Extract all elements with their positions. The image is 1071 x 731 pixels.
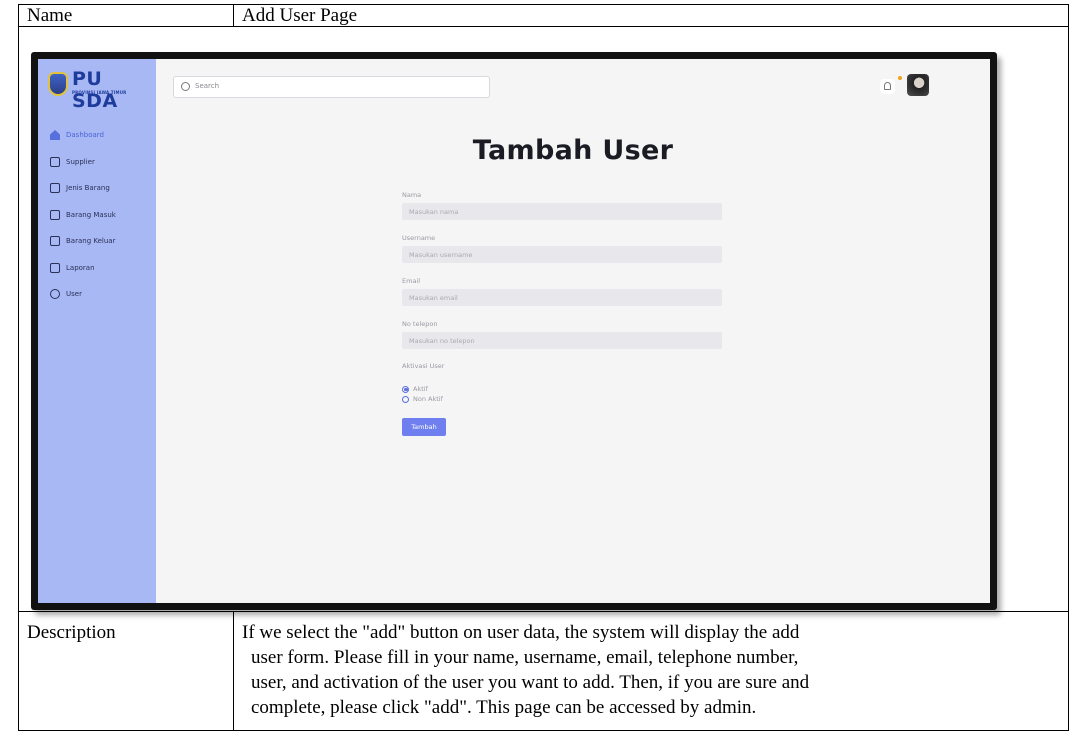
radio-aktif[interactable]: Aktif	[402, 384, 722, 394]
telepon-field[interactable]: Masukan no telepon	[402, 332, 722, 349]
telepon-label: No telepon	[402, 320, 438, 328]
sidebar-item-laporan[interactable]: Laporan	[50, 260, 116, 276]
sidebar-item-barang-masuk[interactable]: Barang Masuk	[50, 207, 116, 223]
logo: PU SDA PROVINSI JAWA TIMUR	[48, 68, 148, 112]
outbox-icon	[50, 236, 60, 246]
username-label: Username	[402, 234, 436, 242]
description-text: If we select the "add" button on user da…	[242, 622, 810, 718]
gear-icon	[50, 289, 60, 299]
screenshot-row: PU SDA PROVINSI JAWA TIMUR Dashboard Sup…	[19, 27, 1068, 612]
username-field[interactable]: Masukan username	[402, 246, 722, 263]
screenshot-frame: PU SDA PROVINSI JAWA TIMUR Dashboard Sup…	[31, 52, 997, 610]
report-icon	[50, 262, 60, 273]
radio-unselected-icon	[402, 395, 409, 403]
page-title: Tambah User	[472, 135, 674, 166]
document-table: Name Add User Page PU SDA PROVINSI JAWA …	[18, 4, 1069, 731]
app-window: PU SDA PROVINSI JAWA TIMUR Dashboard Sup…	[38, 59, 990, 603]
inbox-icon	[50, 209, 60, 220]
search-placeholder: Search	[195, 82, 220, 90]
add-user-form: Nama Masukan nama Username Masukan usern…	[402, 191, 722, 436]
radio-non-aktif[interactable]: Non Aktif	[402, 394, 722, 404]
avatar[interactable]	[907, 74, 929, 96]
description-row: Description If we select the "add" butto…	[19, 612, 1068, 731]
notification-button[interactable]	[880, 79, 895, 94]
email-field[interactable]: Masukan email	[402, 289, 722, 306]
search-icon	[181, 82, 190, 91]
search-input[interactable]: Search	[173, 76, 490, 98]
sidebar-item-barang-keluar[interactable]: Barang Keluar	[50, 233, 116, 249]
notification-dot	[898, 76, 902, 80]
sidebar-item-jenis-barang[interactable]: Jenis Barang	[50, 180, 116, 196]
name-label: Name	[27, 5, 73, 26]
sidebar-item-user[interactable]: User	[50, 286, 116, 302]
name-row: Name Add User Page	[19, 5, 1068, 27]
logo-subtitle: PROVINSI JAWA TIMUR	[72, 90, 127, 95]
email-label: Email	[402, 277, 421, 285]
radio-selected-icon	[402, 385, 409, 393]
aktivasi-label: Aktivasi User	[402, 362, 445, 370]
tambah-button[interactable]: Tambah	[402, 418, 446, 436]
bell-icon	[884, 82, 891, 90]
nama-field[interactable]: Masukan nama	[402, 203, 722, 220]
name-value: Add User Page	[242, 5, 358, 26]
description-label: Description	[27, 622, 116, 643]
nama-label: Nama	[402, 191, 422, 199]
box-icon	[50, 183, 60, 193]
emblem-icon	[48, 72, 68, 96]
